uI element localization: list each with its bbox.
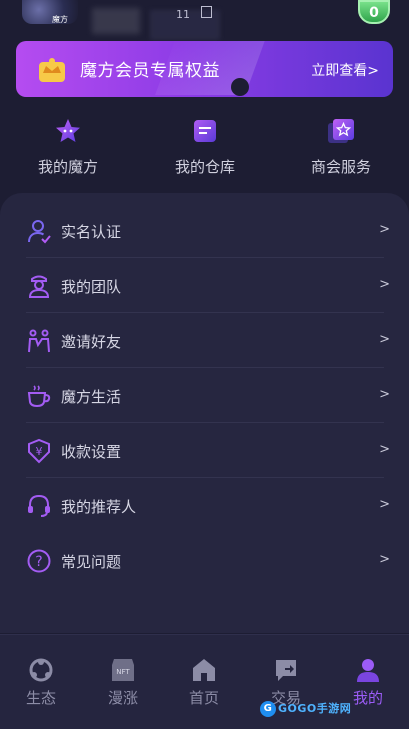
view-now-link[interactable]: 立即查看> (311, 60, 379, 80)
nft-icon: NFT (112, 659, 134, 681)
warehouse-icon (194, 120, 216, 142)
svg-text:¥: ¥ (36, 445, 43, 458)
service-star-icon (328, 119, 354, 143)
user-verify-icon (28, 220, 51, 244)
level-badge[interactable]: 0 (358, 0, 390, 24)
quick-label: 商会服务 (310, 158, 371, 176)
watermark-text: GOGO手游网 (278, 702, 352, 715)
coffee-cup-icon (27, 385, 51, 408)
chevron-right-icon: > (379, 552, 390, 567)
header-status-number: 11 (176, 8, 190, 21)
tab-trade[interactable]: 交易 (251, 635, 321, 708)
svg-text:NFT: NFT (116, 668, 130, 676)
settings-menu: 实名认证 > 我的团队 > 邀请好友 > 魔方生活 > ¥ 收款设置 > 我的推… (0, 193, 409, 633)
tab-profile[interactable]: 我的 (333, 635, 403, 708)
tab-label: 漫涨 (107, 689, 138, 707)
chevron-right-icon: > (379, 387, 390, 402)
top-header: 魔方 11 0 (0, 0, 409, 40)
vip-title: 魔方会员专属权益 (80, 61, 220, 81)
chevron-right-icon: > (379, 332, 390, 347)
menu-label: 我的团队 (61, 278, 122, 296)
crown-icon (39, 58, 65, 82)
menu-label: 魔方生活 (61, 388, 122, 406)
chevron-right-icon: > (379, 277, 390, 292)
menu-my-team[interactable]: 我的团队 > (26, 259, 390, 313)
quick-my-warehouse[interactable]: 我的仓库 (150, 112, 260, 177)
home-icon (193, 659, 215, 681)
ecology-icon (29, 658, 53, 682)
yuan-payment-icon: ¥ (28, 438, 50, 464)
chevron-right-icon: > (379, 222, 390, 237)
tab-label: 生态 (25, 689, 56, 707)
divider (26, 367, 384, 368)
quick-my-cube[interactable]: 我的魔方 (13, 112, 123, 177)
quick-actions: 我的魔方 我的仓库 商会服务 (0, 112, 409, 182)
tab-home[interactable]: 首页 (169, 635, 239, 708)
watermark: G GOGO手游网 (260, 700, 351, 718)
headset-icon (28, 494, 50, 517)
trade-icon (276, 660, 296, 681)
menu-label: 实名认证 (61, 223, 122, 241)
divider (26, 257, 384, 258)
tab-label: 首页 (188, 689, 219, 707)
avatar-label: 魔方 (52, 15, 68, 24)
tab-nft[interactable]: NFT 漫涨 (88, 635, 158, 708)
quick-chamber-service[interactable]: 商会服务 (286, 112, 396, 177)
menu-label: 邀请好友 (61, 333, 122, 351)
quick-label: 我的仓库 (174, 158, 235, 176)
chevron-right-icon: > (379, 442, 390, 457)
menu-label: 收款设置 (61, 443, 122, 461)
watermark-logo-icon: G (260, 701, 276, 717)
invite-friends-icon (28, 329, 50, 353)
tab-ecology[interactable]: 生态 (6, 635, 76, 708)
avatar[interactable]: 魔方 (22, 0, 78, 24)
copy-icon[interactable] (201, 6, 212, 18)
divider (26, 422, 384, 423)
menu-faq[interactable]: ? 常见问题 > (26, 534, 390, 588)
divider (26, 312, 384, 313)
profile-icon (357, 659, 379, 682)
banner-notch (231, 78, 249, 96)
chevron-right-icon: > (379, 497, 390, 512)
menu-invite-friends[interactable]: 邀请好友 > (26, 314, 390, 368)
menu-my-referrer[interactable]: 我的推荐人 > (26, 479, 390, 533)
quick-label: 我的魔方 (37, 158, 98, 176)
blurred-username (92, 8, 140, 34)
menu-real-name-auth[interactable]: 实名认证 > (26, 204, 390, 258)
team-icon (28, 275, 50, 298)
svg-text:?: ? (35, 554, 42, 570)
divider (26, 477, 384, 478)
star-cube-icon (56, 119, 80, 142)
menu-payment-settings[interactable]: ¥ 收款设置 > (26, 424, 390, 478)
question-icon: ? (27, 549, 51, 573)
menu-cube-life[interactable]: 魔方生活 > (26, 369, 390, 423)
vip-banner[interactable]: 魔方会员专属权益 立即查看> (16, 41, 393, 97)
menu-label: 我的推荐人 (61, 498, 137, 516)
menu-label: 常见问题 (61, 553, 122, 571)
